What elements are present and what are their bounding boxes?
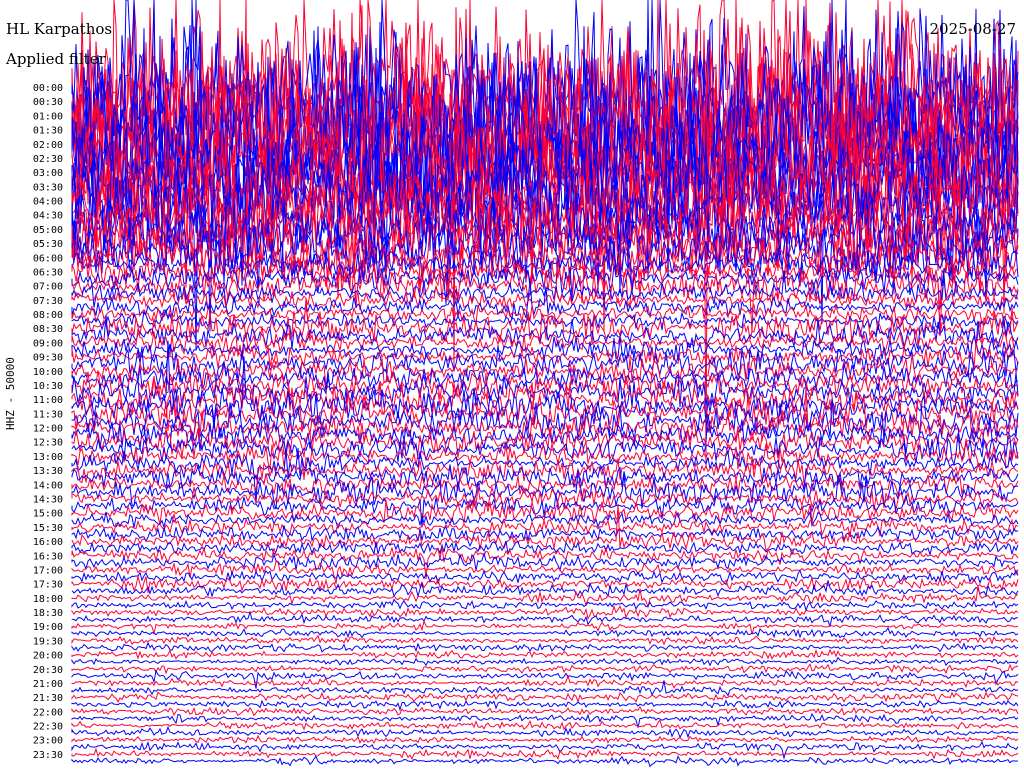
time-tick-label: 09:00 (33, 338, 63, 349)
time-tick-label: 07:30 (33, 296, 63, 307)
trace-row (71, 361, 1019, 392)
time-tick-label: 23:00 (33, 736, 63, 747)
trace-row (71, 705, 1019, 717)
time-tick-label: 09:30 (33, 353, 63, 364)
time-tick-label: 13:30 (33, 466, 63, 477)
time-tick-label: 02:30 (33, 154, 63, 165)
trace-row (71, 634, 1019, 646)
time-tick-label: 08:00 (33, 310, 63, 321)
time-tick-label: 04:30 (33, 211, 63, 222)
trace-row (71, 674, 1019, 689)
time-tick-label: 12:30 (33, 438, 63, 449)
time-tick-label: 01:30 (33, 126, 63, 137)
station-title: HL Karpathos (6, 20, 113, 38)
time-tick-label: 07:00 (33, 282, 63, 293)
time-tick-label: 12:00 (33, 424, 63, 435)
time-tick-label: 22:00 (33, 707, 63, 718)
trace-row (71, 740, 1019, 760)
time-tick-label: 01:00 (33, 111, 63, 122)
time-tick-label: 11:30 (33, 409, 63, 420)
time-tick-label: 17:00 (33, 565, 63, 576)
trace-row (71, 525, 1019, 548)
trace-row (71, 699, 1019, 712)
time-tick-label: 22:30 (33, 722, 63, 733)
time-tick-label: 19:00 (33, 622, 63, 633)
time-tick-label: 18:30 (33, 608, 63, 619)
time-tick-label: 20:30 (33, 665, 63, 676)
time-tick-label: 03:30 (33, 182, 63, 193)
time-tick-label: 06:00 (33, 253, 63, 264)
time-tick-label: 08:30 (33, 324, 63, 335)
time-tick-label: 13:00 (33, 452, 63, 463)
trace-row (71, 598, 1019, 613)
time-tick-label: 02:00 (33, 140, 63, 151)
trace-row (71, 719, 1019, 731)
time-tick-label: 06:30 (33, 268, 63, 279)
time-tick-label: 21:00 (33, 679, 63, 690)
channel-label: HHZ - 50000 (4, 357, 17, 430)
time-tick-label: 03:00 (33, 168, 63, 179)
trace-row (71, 648, 1019, 660)
trace-row (71, 656, 1019, 667)
trace-row (71, 641, 1019, 653)
trace-row (71, 662, 1019, 675)
time-tick-label: 00:00 (33, 83, 63, 94)
time-tick-label: 11:00 (33, 395, 63, 406)
trace-row (71, 725, 1019, 739)
time-tick-label: 05:30 (33, 239, 63, 250)
trace-row (71, 755, 1019, 768)
trace-row (71, 610, 1019, 628)
time-tick-label: 16:00 (33, 537, 63, 548)
helicorder-plot: 00:00 00:30 01:00 01:30 02:00 02:30 03:00 03:30… (33, 0, 1019, 768)
time-tick-label: 18:00 (33, 594, 63, 605)
trace-row (71, 539, 1019, 557)
trace-row (71, 734, 1019, 745)
time-tick-label: 05:00 (33, 225, 63, 236)
time-tick-label: 14:30 (33, 495, 63, 506)
trace-row (71, 626, 1019, 639)
time-tick-label: 16:30 (33, 551, 63, 562)
time-tick-label: 21:30 (33, 693, 63, 704)
time-tick-label: 00:30 (33, 97, 63, 108)
time-tick-label: 23:30 (33, 750, 63, 761)
time-tick-label: 19:30 (33, 636, 63, 647)
filter-label: Applied filter (6, 50, 106, 68)
trace-row (71, 546, 1019, 580)
date-label: 2025-08-27 (929, 20, 1016, 38)
time-tick-label: 17:30 (33, 580, 63, 591)
time-tick-label: 04:00 (33, 197, 63, 208)
time-tick-label: 15:00 (33, 509, 63, 520)
trace-row (71, 691, 1019, 704)
time-tick-label: 20:00 (33, 651, 63, 662)
time-tick-label: 14:00 (33, 480, 63, 491)
time-tick-label: 10:30 (33, 381, 63, 392)
trace-row (71, 747, 1019, 761)
trace-row (71, 604, 1019, 620)
time-tick-label: 10:00 (33, 367, 63, 378)
trace-row (71, 304, 1019, 326)
time-tick-label: 15:30 (33, 523, 63, 534)
